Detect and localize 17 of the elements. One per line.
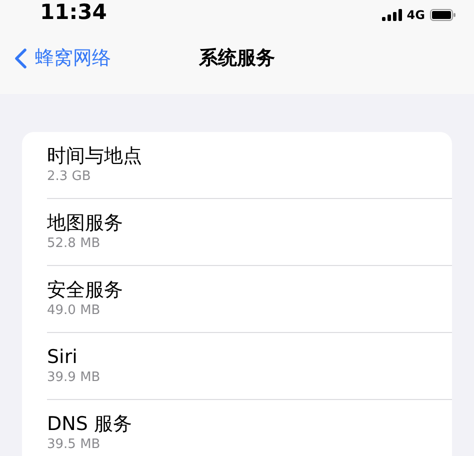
- service-usage: 52.8 MB: [47, 235, 102, 253]
- page-title: 系统服务: [199, 47, 275, 69]
- service-name: 地图服务: [47, 211, 124, 235]
- service-usage: 39.5 MB: [47, 436, 102, 454]
- signal-icon: [382, 9, 402, 21]
- service-usage: 49.0 MB: [47, 302, 102, 320]
- back-button[interactable]: 蜂窝网络: [14, 45, 111, 71]
- service-name: 安全服务: [47, 278, 124, 302]
- service-name: DNS 服务: [47, 412, 133, 436]
- service-usage: 39.9 MB: [47, 369, 102, 387]
- network-type: 4G: [406, 9, 425, 21]
- status-time: 11:34: [40, 2, 107, 23]
- chevron-left-icon: [14, 48, 27, 68]
- battery-icon: [430, 9, 456, 21]
- service-name: Siri: [47, 345, 78, 369]
- service-usage: 2.3 GB: [47, 168, 92, 186]
- service-name: 时间与地点: [47, 144, 143, 168]
